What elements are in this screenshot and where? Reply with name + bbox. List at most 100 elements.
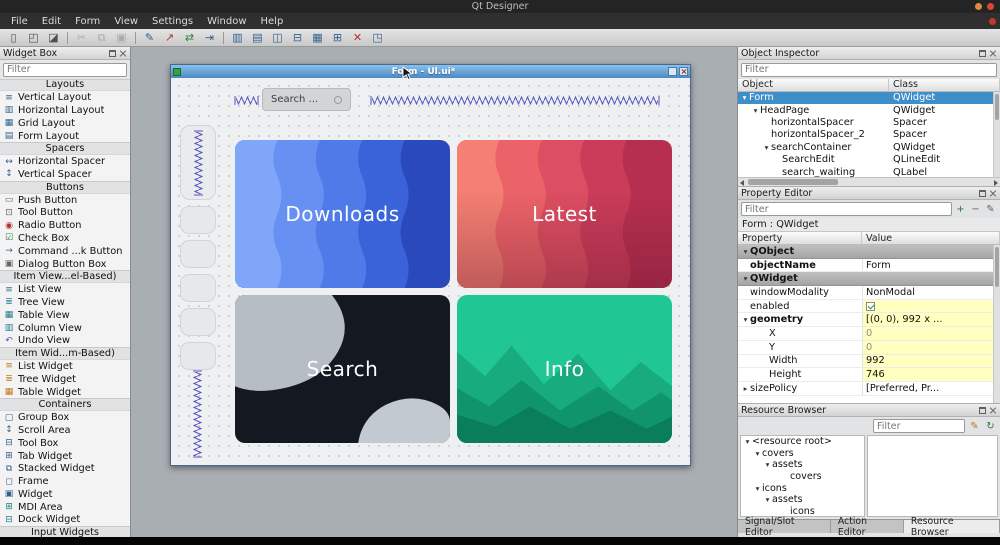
property-value[interactable]: Form xyxy=(862,259,1000,272)
property-row[interactable]: Y 0 xyxy=(738,341,1000,355)
menu-form[interactable]: Form xyxy=(68,16,107,27)
widget-box-row[interactable]: ↔ Horizontal Spacer xyxy=(0,155,130,168)
widget-box-row[interactable]: ≡ List View xyxy=(0,283,130,296)
widget-box-row[interactable]: ▦ Grid Layout xyxy=(0,117,130,130)
float-panel-icon[interactable] xyxy=(979,407,986,414)
resource-browser-filter-input[interactable] xyxy=(873,419,965,433)
property-row[interactable]: enabled xyxy=(738,300,1000,314)
save-form-button[interactable]: ◪ xyxy=(44,30,63,45)
property-editor-filter-input[interactable] xyxy=(741,202,952,216)
widget-box-row[interactable]: ≣ Tree Widget xyxy=(0,373,130,386)
menu-help[interactable]: Help xyxy=(254,16,291,27)
widget-box-row[interactable]: ≣ Tree View xyxy=(0,296,130,309)
widget-box-row[interactable]: ☑ Check Box xyxy=(0,232,130,245)
adjust-size-button[interactable]: ◳ xyxy=(368,30,387,45)
cut-button[interactable]: ✂ xyxy=(72,30,91,45)
widget-box-row[interactable]: Spacers xyxy=(0,142,130,155)
search-container-widget[interactable]: Search ... xyxy=(262,88,351,111)
widget-box-row[interactable]: ≡ List Widget xyxy=(0,360,130,373)
property-expand-arrow[interactable]: ▾ xyxy=(741,315,750,324)
layout-splitter-horizontal-button[interactable]: ◫ xyxy=(268,30,287,45)
bottom-tab[interactable]: Resource Browser xyxy=(904,520,1000,533)
tree-expand-arrow[interactable]: ▾ xyxy=(753,449,762,458)
minimize-window-icon[interactable] xyxy=(975,3,982,10)
layout-grid-button[interactable]: ⊞ xyxy=(328,30,347,45)
vertical-scrollbar[interactable] xyxy=(993,92,1000,178)
layout-vertical-button[interactable]: ▤ xyxy=(248,30,267,45)
layout-form-button[interactable]: ▦ xyxy=(308,30,327,45)
close-panel-icon[interactable] xyxy=(989,189,997,197)
tree-expand-arrow[interactable]: ▾ xyxy=(740,93,749,102)
sidebar-button-placeholder[interactable] xyxy=(180,342,216,370)
form-window-close-button[interactable] xyxy=(679,67,688,76)
object-inspector-row[interactable]: SearchEdit QLineEdit xyxy=(738,153,1000,165)
card-downloads[interactable]: Downloads xyxy=(235,140,450,288)
tree-expand-arrow[interactable]: ▾ xyxy=(753,484,762,493)
widget-box-row[interactable]: → Command ...k Button xyxy=(0,245,130,258)
sidebar-button-placeholder[interactable] xyxy=(180,308,216,336)
property-row[interactable]: ▾ QObject xyxy=(738,245,1000,259)
widget-box-filter-input[interactable] xyxy=(3,63,127,77)
widget-box-row[interactable]: ▣ Dialog Button Box xyxy=(0,258,130,271)
widget-box-row[interactable]: ▦ Table View xyxy=(0,309,130,322)
widget-box-row[interactable]: Input Widgets xyxy=(0,526,130,537)
property-editor-tool-button[interactable]: ✎ xyxy=(984,203,997,216)
widget-box-row[interactable]: ⊞ MDI Area xyxy=(0,501,130,514)
widget-box-row[interactable]: ⧉ Stacked Widget xyxy=(0,462,130,475)
form-window-titlebar[interactable]: Form - Ul.ui* xyxy=(171,65,690,78)
widget-box-row[interactable]: ⊞ Tab Widget xyxy=(0,450,130,463)
object-inspector-row[interactable]: horizontalSpacer_2 Spacer xyxy=(738,129,1000,141)
menu-window[interactable]: Window xyxy=(200,16,253,27)
tree-expand-arrow[interactable]: ▾ xyxy=(763,495,772,504)
widget-box-row[interactable]: ≡ Vertical Layout xyxy=(0,91,130,104)
resource-tree-row[interactable]: covers xyxy=(741,471,864,483)
widget-box-row[interactable]: ▣ Widget xyxy=(0,488,130,501)
scroll-left-icon[interactable] xyxy=(740,180,744,186)
card-latest[interactable]: Latest xyxy=(457,140,672,288)
widget-box-row[interactable]: ▭ Push Button xyxy=(0,194,130,207)
vertical-scrollbar[interactable] xyxy=(993,245,1000,403)
widget-box-row[interactable]: ⊡ Tool Button xyxy=(0,206,130,219)
edit-tab-order-button[interactable]: ⇥ xyxy=(200,30,219,45)
copy-button[interactable]: ⧉ xyxy=(92,30,111,45)
property-value[interactable] xyxy=(862,300,1000,313)
object-inspector-row[interactable]: ▾ HeadPage QWidget xyxy=(738,104,1000,116)
property-value[interactable]: 0 xyxy=(862,327,1000,340)
open-form-button[interactable]: ◰ xyxy=(24,30,43,45)
close-panel-icon[interactable] xyxy=(119,49,127,57)
widget-box-row[interactable]: ◻ Frame xyxy=(0,475,130,488)
widget-box-row[interactable]: Buttons xyxy=(0,181,130,194)
widget-box-row[interactable]: ▥ Column View xyxy=(0,322,130,335)
horizontal-scrollbar[interactable] xyxy=(738,177,1000,186)
resource-tree-row[interactable]: ▾ icons xyxy=(741,482,864,494)
resource-browser-tool-button[interactable]: ↻ xyxy=(984,420,997,433)
tree-expand-arrow[interactable]: ▾ xyxy=(762,143,771,152)
property-value[interactable]: NonModal xyxy=(862,286,1000,299)
break-layout-button[interactable]: ✕ xyxy=(348,30,367,45)
widget-box-row[interactable]: ↶ Undo View xyxy=(0,334,130,347)
column-class[interactable]: Class xyxy=(889,79,1000,91)
menu-edit[interactable]: Edit xyxy=(35,16,68,27)
widget-box-row[interactable]: ▤ Form Layout xyxy=(0,130,130,143)
scroll-right-icon[interactable] xyxy=(994,180,998,186)
object-inspector-row[interactable]: ▾ Form QWidget xyxy=(738,92,1000,104)
sidebar-button-placeholder[interactable] xyxy=(180,274,216,302)
edit-widgets-button[interactable]: ✎ xyxy=(140,30,159,45)
widget-box-row[interactable]: Item Wid...m-Based) xyxy=(0,347,130,360)
object-inspector-filter-input[interactable] xyxy=(741,63,997,77)
horizontal-spacer-widget[interactable] xyxy=(234,96,259,105)
form-editor-window[interactable]: Form - Ul.ui* Search ... xyxy=(170,64,691,466)
bottom-tab[interactable]: Action Editor xyxy=(831,520,904,533)
object-inspector-row[interactable]: search_waiting QLabel xyxy=(738,166,1000,177)
tree-expand-arrow[interactable]: ▾ xyxy=(743,437,752,446)
tree-expand-arrow[interactable]: ▾ xyxy=(763,460,772,469)
edit-signals-slots-button[interactable]: ↗ xyxy=(160,30,179,45)
object-inspector-row[interactable]: ▾ searchContainer QWidget xyxy=(738,141,1000,153)
paste-button[interactable]: ▣ xyxy=(112,30,131,45)
menu-settings[interactable]: Settings xyxy=(145,16,200,27)
property-row[interactable]: ▸ sizePolicy [Preferred, Pr... xyxy=(738,382,1000,396)
form-window-float-button[interactable] xyxy=(668,67,677,76)
widget-box-row[interactable]: Layouts xyxy=(0,79,130,92)
horizontal-spacer-widget[interactable] xyxy=(370,96,660,105)
column-property[interactable]: Property xyxy=(738,232,862,244)
